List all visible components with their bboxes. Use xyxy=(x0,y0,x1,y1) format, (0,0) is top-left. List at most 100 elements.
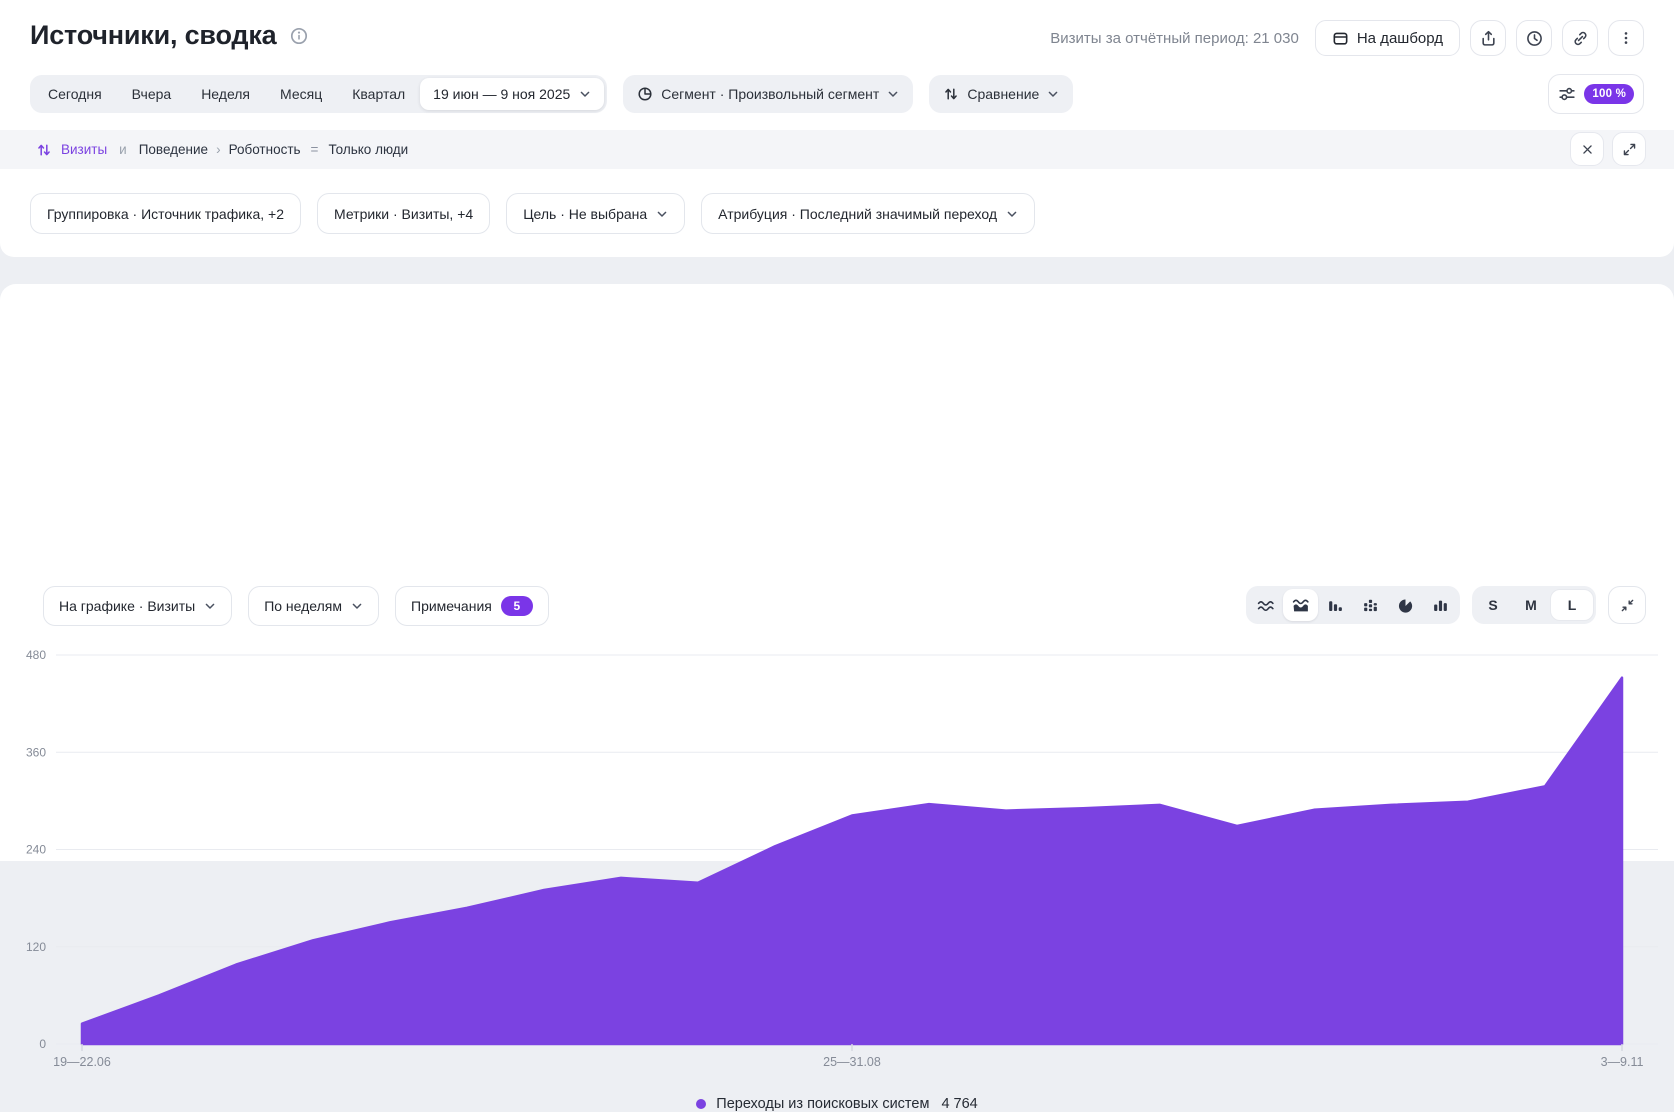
chart-type-line-chart-button[interactable] xyxy=(1248,589,1283,621)
grouping-label: По неделям xyxy=(264,598,342,614)
expand-filter-button[interactable] xyxy=(1612,132,1646,166)
y-tick-label: 120 xyxy=(26,940,46,954)
filter-value[interactable]: Только люди xyxy=(328,142,408,157)
pie-chart-icon xyxy=(1397,597,1414,614)
legend-value: 4 764 xyxy=(941,1096,977,1112)
add-to-dashboard-button[interactable]: На дашборд xyxy=(1315,20,1460,56)
filter-actions xyxy=(1570,132,1646,166)
dashboard-icon xyxy=(1332,30,1349,47)
sliders-icon xyxy=(1558,85,1576,103)
y-tick-label: 240 xyxy=(26,843,46,857)
segment-icon xyxy=(637,86,653,102)
segment-selector[interactable]: Сегмент · Произвольный сегмент xyxy=(623,75,913,113)
period-tab[interactable]: Квартал xyxy=(337,75,420,113)
settings-chip-label: Цель · Не выбрана xyxy=(523,206,647,222)
history-button[interactable] xyxy=(1516,20,1552,56)
chart-size-switcher: SML xyxy=(1472,586,1596,624)
chart-size-l-button[interactable]: L xyxy=(1550,589,1594,621)
grouping-selector[interactable]: По неделям xyxy=(248,586,379,626)
chevron-down-icon xyxy=(656,208,668,220)
traffic-area-chart[interactable]: 0 120 240 360 480 19—22.06 25—31.08 3—9.11 xyxy=(0,624,1674,1089)
chart-size-m-button[interactable]: M xyxy=(1512,589,1550,621)
date-range-label: 19 июн — 9 ноя 2025 xyxy=(433,86,570,102)
chart-controls-left: На графике · Визиты По неделям Примечани… xyxy=(43,586,549,626)
period-tab[interactable]: Вчера xyxy=(117,75,187,113)
chart-size-s-button[interactable]: S xyxy=(1474,589,1512,621)
area-chart-icon xyxy=(1292,597,1310,614)
filter-metric-link[interactable]: Визиты xyxy=(61,142,107,157)
chevron-down-icon xyxy=(1047,88,1059,100)
clock-icon xyxy=(1526,30,1543,47)
segment-label: Сегмент · Произвольный сегмент xyxy=(661,86,879,102)
columns-icon xyxy=(1432,597,1449,614)
filter-crumb-child[interactable]: Роботность xyxy=(229,142,301,157)
sampling-settings-button[interactable]: 100 % xyxy=(1548,74,1644,114)
title-row: Источники, сводка xyxy=(30,20,308,51)
bars-icon xyxy=(1327,597,1344,614)
settings-chip-label: Атрибуция · Последний значимый переход xyxy=(718,206,997,222)
dashboard-button-label: На дашборд xyxy=(1357,30,1443,47)
info-icon[interactable] xyxy=(290,27,308,45)
x-tick-label: 19—22.06 xyxy=(53,1055,111,1069)
chart-type-bars-button[interactable] xyxy=(1318,589,1353,621)
chevron-down-icon xyxy=(579,88,591,100)
chevron-down-icon xyxy=(1006,208,1018,220)
settings-chip[interactable]: Цель · Не выбрана xyxy=(506,193,685,234)
x-tick-label: 25—31.08 xyxy=(823,1055,881,1069)
settings-chip[interactable]: Метрики · Визиты, +4 xyxy=(317,193,490,234)
visits-period-summary: Визиты за отчётный период: 21 030 xyxy=(1050,30,1299,47)
chart-type-pie-chart-button[interactable] xyxy=(1388,589,1423,621)
chart-card: На графике · Визиты По неделям Примечани… xyxy=(0,284,1674,861)
filter-crumb-parent[interactable]: Поведение xyxy=(139,142,208,157)
filter-conjunction: и xyxy=(119,142,127,157)
period-toolbar: СегодняВчераНеделяМесяцКвартал 19 июн — … xyxy=(30,75,1644,113)
date-range-picker[interactable]: 19 июн — 9 ноя 2025 xyxy=(420,78,604,110)
chart-controls-right: SML xyxy=(1246,586,1646,624)
sampling-badge: 100 % xyxy=(1584,84,1634,104)
settings-chip[interactable]: Группировка · Источник трафика, +2 xyxy=(30,193,301,234)
chart-type-stacked-bars-button[interactable] xyxy=(1353,589,1388,621)
period-tab[interactable]: Месяц xyxy=(265,75,337,113)
period-tabs: СегодняВчераНеделяМесяцКвартал 19 июн — … xyxy=(30,75,607,113)
link-icon xyxy=(1572,30,1589,47)
more-menu-button[interactable] xyxy=(1608,20,1644,56)
y-tick-label: 480 xyxy=(26,648,46,662)
settings-chip-label: Группировка · Источник трафика, +2 xyxy=(47,206,284,222)
compare-selector[interactable]: Сравнение xyxy=(929,75,1073,113)
on-chart-metric-selector[interactable]: На графике · Визиты xyxy=(43,586,232,626)
notes-button[interactable]: Примечания 5 xyxy=(395,586,549,626)
compare-icon xyxy=(943,86,959,102)
line-chart-icon xyxy=(1257,597,1275,614)
metric-compare-icon xyxy=(36,142,52,158)
export-button[interactable] xyxy=(1470,20,1506,56)
legend-label: Переходы из поисковых систем xyxy=(716,1096,929,1112)
notes-count-badge: 5 xyxy=(501,596,533,616)
collapse-chart-button[interactable] xyxy=(1608,586,1646,624)
settings-chip[interactable]: Атрибуция · Последний значимый переход xyxy=(701,193,1035,234)
compare-label: Сравнение xyxy=(967,86,1039,102)
kebab-icon xyxy=(1618,30,1634,46)
remove-filter-button[interactable] xyxy=(1570,132,1604,166)
x-tick-label: 3—9.11 xyxy=(1601,1055,1644,1069)
period-tab[interactable]: Неделя xyxy=(186,75,265,113)
y-tick-label: 0 xyxy=(39,1037,46,1051)
chevron-down-icon xyxy=(204,600,216,612)
x-axis-labels: 19—22.06 25—31.08 3—9.11 xyxy=(53,1044,1643,1069)
y-tick-label: 360 xyxy=(26,745,46,759)
copy-link-button[interactable] xyxy=(1562,20,1598,56)
close-icon xyxy=(1580,142,1595,157)
period-tab[interactable]: Сегодня xyxy=(33,75,117,113)
y-axis-labels: 0 120 240 360 480 xyxy=(26,648,46,1051)
notes-label: Примечания xyxy=(411,598,492,614)
report-settings-chips: Группировка · Источник трафика, +2 Метрик… xyxy=(30,193,1035,234)
chevron-down-icon xyxy=(351,600,363,612)
filter-crumb-separator: › xyxy=(216,142,221,157)
chart-legend[interactable]: Переходы из поисковых систем 4 764 xyxy=(0,1096,1674,1112)
legend-dot xyxy=(696,1099,706,1109)
chart-type-columns-button[interactable] xyxy=(1423,589,1458,621)
chart-type-area-chart-button[interactable] xyxy=(1283,589,1318,621)
on-chart-metric-label: На графике · Визиты xyxy=(59,598,195,614)
chart-type-switcher xyxy=(1246,586,1460,624)
collapse-icon xyxy=(1620,598,1635,613)
page-title: Источники, сводка xyxy=(30,20,276,51)
